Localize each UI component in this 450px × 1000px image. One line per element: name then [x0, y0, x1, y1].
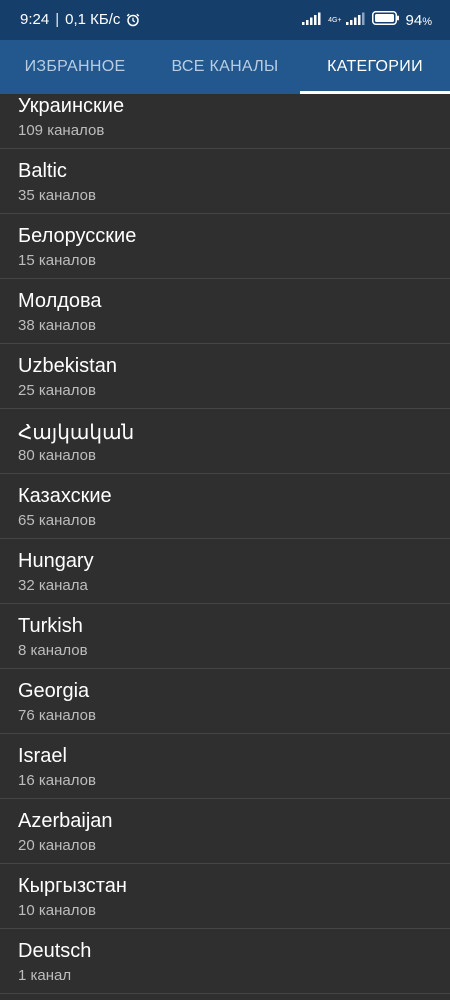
tab-label: ВСЕ КАНАЛЫ [171, 58, 279, 75]
category-name: Украинские [18, 95, 125, 117]
list-item[interactable]: Baltic 35 каналов [0, 149, 450, 214]
category-name: Кыргызстан [18, 875, 127, 897]
category-name: Baltic [18, 160, 67, 182]
channel-count: 25 каналов [18, 382, 96, 399]
category-name: Hungary [18, 550, 94, 572]
channel-count: 35 каналов [18, 187, 96, 204]
list-item[interactable]: Georgia 76 каналов [0, 669, 450, 734]
category-name: Казахские [18, 485, 112, 507]
list-item[interactable]: Молдова 38 каналов [0, 279, 450, 344]
list-item[interactable]: Hungary 32 канала [0, 539, 450, 604]
list-item[interactable]: Deutsch 1 канал [0, 929, 450, 994]
category-name: Белорусские [18, 225, 137, 247]
category-list: Украинские 109 каналов Baltic 35 каналов… [0, 84, 450, 994]
network-speed: 0,1 КБ/с [65, 11, 121, 28]
alarm-clock-icon [126, 13, 140, 27]
clock: 9:24 [20, 11, 50, 28]
signal-icon-secondary [345, 12, 366, 29]
tab-categories[interactable]: КАТЕГОРИИ [300, 40, 450, 94]
network-type-badge: 4G+ [328, 16, 342, 24]
channel-count: 38 каналов [18, 317, 96, 334]
tab-favorites[interactable]: ИЗБРАННОЕ [0, 40, 150, 94]
tab-all-channels[interactable]: ВСЕ КАНАЛЫ [150, 40, 300, 94]
category-name: Georgia [18, 680, 90, 702]
category-name: Israel [18, 745, 67, 767]
status-left: 9:24 | 0,1 КБ/с [20, 11, 140, 28]
channel-count: 16 каналов [18, 772, 96, 789]
list-item[interactable]: Казахские 65 каналов [0, 474, 450, 539]
tab-label: КАТЕГОРИИ [327, 58, 423, 75]
category-name: Հայկական [18, 422, 135, 444]
channel-count: 1 канал [18, 967, 72, 984]
category-name: Uzbekistan [18, 355, 117, 377]
list-item[interactable]: Israel 16 каналов [0, 734, 450, 799]
channel-count: 20 каналов [18, 837, 96, 854]
status-separator: | [55, 11, 60, 28]
category-name: Молдова [18, 290, 102, 312]
channel-count: 8 каналов [18, 642, 88, 659]
list-item[interactable]: Azerbaijan 20 каналов [0, 799, 450, 864]
battery-level: 94% [405, 11, 432, 29]
battery-icon [371, 11, 400, 29]
list-item[interactable]: Белорусские 15 каналов [0, 214, 450, 279]
list-item[interactable]: Uzbekistan 25 каналов [0, 344, 450, 409]
list-item[interactable]: Turkish 8 каналов [0, 604, 450, 669]
channel-count: 76 каналов [18, 707, 96, 724]
status-bar: 9:24 | 0,1 КБ/с 4G+ 94% [0, 0, 450, 40]
signal-icon [302, 12, 322, 29]
tab-bar: ИЗБРАННОЕ ВСЕ КАНАЛЫ КАТЕГОРИИ [0, 40, 450, 94]
active-tab-indicator [300, 91, 450, 94]
category-name: Turkish [18, 615, 83, 637]
category-name: Deutsch [18, 940, 92, 962]
channel-count: 15 каналов [18, 252, 96, 269]
channel-count: 80 каналов [18, 447, 96, 464]
channel-count: 109 каналов [18, 122, 105, 139]
channel-count: 32 канала [18, 577, 88, 594]
channel-count: 65 каналов [18, 512, 96, 529]
status-right: 4G+ 94% [302, 11, 432, 29]
list-item[interactable]: Հայկական 80 каналов [0, 409, 450, 474]
tab-label: ИЗБРАННОЕ [24, 58, 126, 75]
list-item[interactable]: Кыргызстан 10 каналов [0, 864, 450, 929]
channel-count: 10 каналов [18, 902, 96, 919]
category-name: Azerbaijan [18, 810, 113, 832]
